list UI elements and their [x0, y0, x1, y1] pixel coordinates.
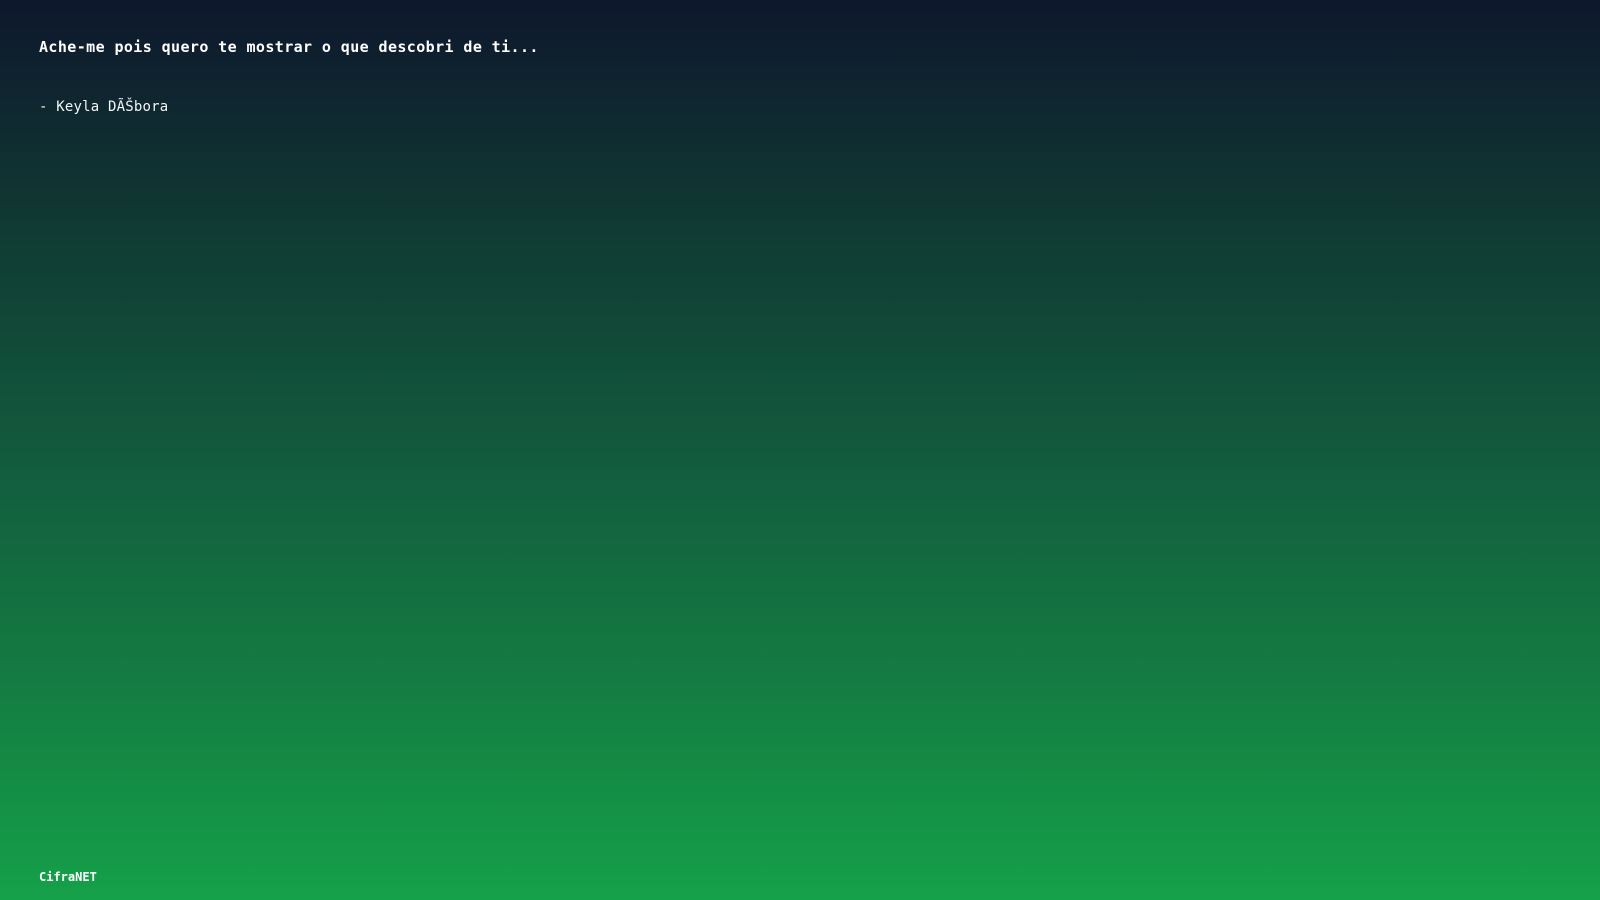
quote-text: Ache-me pois quero te mostrar o que desc… — [39, 38, 539, 56]
quote-screen: Ache-me pois quero te mostrar o que desc… — [0, 0, 1600, 900]
brand-label: CifraNET — [39, 870, 97, 884]
quote-author: - Keyla DÃŠbora — [39, 99, 169, 115]
